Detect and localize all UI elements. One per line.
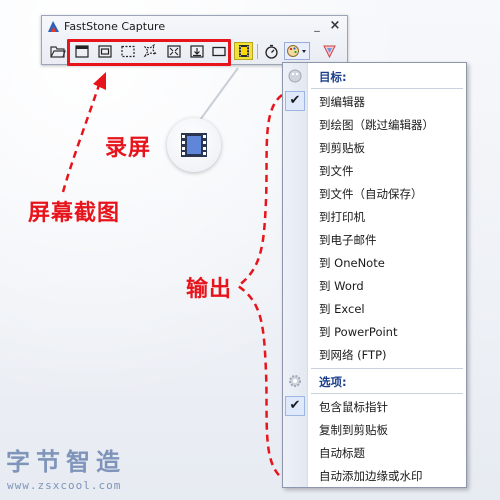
menu-item-to-onenote[interactable]: 到 OneNote: [283, 251, 466, 274]
watermark-url: www.zsxcool.com: [7, 479, 122, 492]
menu-item-to-file-autosave[interactable]: 到文件（自动保存）: [283, 182, 466, 205]
menu-header-options: 选项:: [283, 370, 466, 393]
menu-item-label: 到 Excel: [319, 302, 365, 316]
menu-divider: [311, 393, 463, 394]
screen-capture-arrow: [61, 81, 102, 193]
output-dropdown-menu: 目标: ✔ 到编辑器 到绘图（跳过编辑器） 到剪贴板 到文件 到文件（自动保存）…: [282, 62, 467, 488]
menu-item-label: 自动添加边缘或水印: [319, 469, 423, 483]
menu-item-to-draw[interactable]: 到绘图（跳过编辑器）: [283, 113, 466, 136]
menu-item-label: 到编辑器: [319, 95, 365, 109]
menu-divider: [311, 368, 463, 369]
menu-item-label: 到绘图（跳过编辑器）: [319, 118, 434, 132]
menu-item-to-word[interactable]: 到 Word: [283, 274, 466, 297]
output-label: 输出: [186, 277, 233, 302]
record-pointer-line: [199, 67, 239, 121]
menu-item-label: 到打印机: [319, 210, 365, 224]
close-button[interactable]: ×: [328, 18, 342, 34]
menu-item-label: 到文件（自动保存）: [319, 187, 423, 201]
menu-divider: [311, 88, 463, 89]
menu-item-auto-edge-watermark[interactable]: 自动添加边缘或水印: [283, 464, 466, 487]
menu-item-to-excel[interactable]: 到 Excel: [283, 297, 466, 320]
menu-item-auto-caption[interactable]: 自动标题: [283, 441, 466, 464]
menu-header-options-label: 选项:: [319, 375, 347, 389]
menu-item-label: 到 PowerPoint: [319, 325, 398, 339]
screen-capture-label: 屏幕截图: [28, 201, 121, 226]
watermark-logo: 字节智造: [6, 448, 126, 476]
menu-item-to-file[interactable]: 到文件: [283, 159, 466, 182]
menu-item-include-cursor[interactable]: ✔ 包含鼠标指针: [283, 395, 466, 418]
menu-header-target-label: 目标:: [319, 70, 347, 84]
screen-capture-highlight-box: [67, 39, 231, 66]
menu-item-to-ftp[interactable]: 到网络 (FTP): [283, 343, 466, 366]
menu-item-to-clipboard[interactable]: 到剪贴板: [283, 136, 466, 159]
menu-item-label: 复制到剪贴板: [319, 423, 388, 437]
menu-item-copy-clipboard[interactable]: 复制到剪贴板: [283, 418, 466, 441]
output-menu-button[interactable]: [284, 42, 310, 60]
check-icon: ✔: [285, 91, 305, 111]
palette-icon: [288, 69, 302, 83]
menu-item-to-printer[interactable]: 到打印机: [283, 205, 466, 228]
menu-item-label: 到剪贴板: [319, 141, 365, 155]
settings-icon: [323, 45, 336, 58]
title-bar[interactable]: FastStone Capture _ ×: [42, 16, 347, 38]
gear-icon: [289, 375, 301, 387]
minimize-button[interactable]: _: [310, 18, 324, 34]
toolbar-separator: [257, 44, 258, 59]
record-label: 录屏: [105, 136, 152, 161]
check-icon: ✔: [285, 396, 305, 416]
app-logo-icon: [48, 21, 59, 32]
screen-recorder-icon: [238, 45, 249, 57]
menu-item-to-powerpoint[interactable]: 到 PowerPoint: [283, 320, 466, 343]
menu-item-label: 到 OneNote: [319, 256, 385, 270]
menu-header-target: 目标:: [283, 65, 466, 88]
settings-button[interactable]: [320, 42, 339, 60]
menu-item-label: 到电子邮件: [319, 233, 377, 247]
output-brace: [235, 94, 283, 479]
menu-item-label: 自动标题: [319, 446, 365, 460]
menu-item-label: 到文件: [319, 164, 354, 178]
open-file-icon: [49, 46, 66, 58]
open-file-button[interactable]: [48, 42, 67, 60]
menu-item-to-editor[interactable]: ✔ 到编辑器: [283, 90, 466, 113]
output-menu-icon: [287, 45, 306, 57]
timer-button[interactable]: [262, 42, 281, 60]
menu-item-label: 到网络 (FTP): [319, 348, 387, 362]
screen-recorder-button[interactable]: [234, 42, 253, 60]
menu-item-label: 包含鼠标指针: [319, 400, 388, 414]
timer-icon: [265, 44, 278, 59]
window-title: FastStone Capture: [64, 20, 166, 33]
film-icon: [181, 133, 207, 157]
menu-item-to-email[interactable]: 到电子邮件: [283, 228, 466, 251]
menu-item-label: 到 Word: [319, 279, 364, 293]
